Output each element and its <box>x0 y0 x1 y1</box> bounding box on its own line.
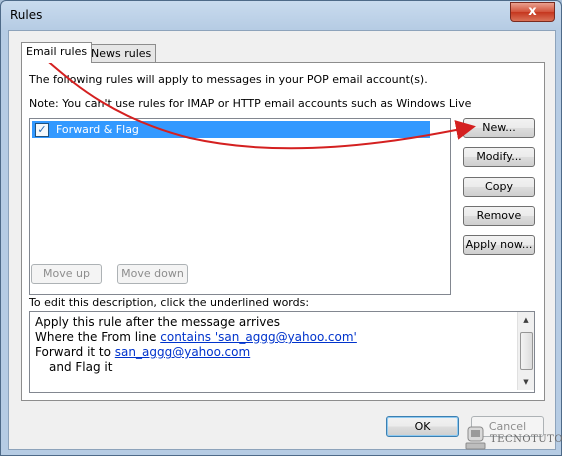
description-label: To edit this description, click the unde… <box>29 296 310 309</box>
desc-line-3: Forward it to san_aggg@yahoo.com <box>35 345 250 359</box>
rule-description-box[interactable]: Apply this rule after the message arrive… <box>29 311 535 393</box>
dialog-client-area: Email rules News rules The following rul… <box>8 30 556 450</box>
apply-now-button[interactable]: Apply now... <box>463 235 535 255</box>
desc-line-1: Apply this rule after the message arrive… <box>35 315 281 329</box>
rule-item-forward-flag[interactable]: ✓ Forward & Flag <box>32 121 430 138</box>
tecnotuto-logo-icon <box>465 426 486 450</box>
chevron-up-icon[interactable]: ▲ <box>518 312 534 328</box>
tab-news-rules-label: News rules <box>91 47 152 60</box>
tab-email-rules-label: Email rules <box>26 45 88 58</box>
desc-line-4: and Flag it <box>49 360 113 374</box>
description-scrollbar[interactable]: ▲ ▼ <box>517 312 534 390</box>
copy-rule-button[interactable]: Copy <box>463 177 535 197</box>
check-icon: ✓ <box>37 123 47 136</box>
tab-news-rules[interactable]: News rules <box>86 44 157 62</box>
rules-dialog: Rules x Email rules News rules The follo… <box>0 0 562 456</box>
intro-line-2: Note: You can't use rules for IMAP or HT… <box>29 97 472 110</box>
desc-line-3-prefix: Forward it to <box>35 345 115 359</box>
rule-checkbox[interactable]: ✓ <box>35 123 49 137</box>
window-title: Rules <box>10 8 43 22</box>
move-up-button[interactable]: Move up <box>31 264 102 284</box>
forward-address-link[interactable]: san_aggg@yahoo.com <box>115 345 250 359</box>
desc-line-2: Where the From line contains 'san_aggg@y… <box>35 330 357 344</box>
ok-button[interactable]: OK <box>386 416 459 437</box>
title-bar[interactable]: Rules x <box>1 1 561 29</box>
email-rules-panel: The following rules will apply to messag… <box>21 62 545 401</box>
scrollbar-thumb[interactable] <box>520 332 533 370</box>
intro-line-1: The following rules will apply to messag… <box>29 73 428 86</box>
desc-line-2-prefix: Where the From line <box>35 330 161 344</box>
new-rule-button[interactable]: New... <box>463 118 535 138</box>
close-button[interactable]: x <box>510 2 555 22</box>
rule-name: Forward & Flag <box>56 123 139 136</box>
close-icon: x <box>528 4 537 19</box>
watermark: TECNOTUTO <box>463 421 562 455</box>
tab-email-rules[interactable]: Email rules <box>21 42 93 63</box>
watermark-text: TECNOTUTO <box>490 434 562 445</box>
condition-link[interactable]: contains 'san_aggg@yahoo.com' <box>160 330 357 344</box>
modify-rule-button[interactable]: Modify... <box>463 147 535 167</box>
move-down-button[interactable]: Move down <box>117 264 188 284</box>
remove-rule-button[interactable]: Remove <box>463 206 535 226</box>
chevron-down-icon[interactable]: ▼ <box>518 374 534 390</box>
